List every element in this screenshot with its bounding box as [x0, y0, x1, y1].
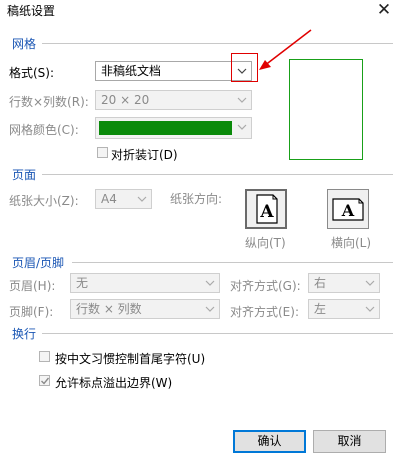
section-header-footer-label: 页眉/页脚 — [12, 256, 65, 270]
landscape-label: 横向(L) — [331, 236, 372, 250]
chevron-down-icon[interactable] — [133, 190, 151, 208]
hanging-punctuation-label: 允许标点溢出边界(W) — [55, 376, 173, 390]
footer-value: 行数 × 列数 — [76, 302, 142, 316]
section-divider — [42, 174, 393, 175]
chevron-down-icon[interactable] — [201, 274, 219, 292]
format-value: 非稿纸文档 — [101, 64, 162, 78]
section-divider — [42, 43, 393, 44]
section-divider — [42, 333, 393, 334]
landscape-button[interactable]: A — [327, 189, 369, 229]
portrait-button[interactable]: A — [245, 189, 287, 229]
fold-binding-checkbox[interactable] — [97, 147, 108, 158]
paper-size-select[interactable]: A4 — [95, 189, 152, 209]
grid-color-label: 网格颜色(C): — [9, 123, 79, 137]
grid-color-select[interactable] — [95, 117, 252, 139]
header-align-value: 右 — [314, 276, 327, 290]
chevron-down-icon[interactable] — [233, 118, 251, 138]
svg-text:A: A — [341, 201, 355, 220]
annotation-box — [231, 53, 258, 82]
header-label: 页眉(H): — [9, 279, 56, 293]
portrait-page-icon: A — [256, 194, 278, 224]
footer-align-label: 对齐方式(E): — [230, 305, 299, 319]
format-label: 格式(S): — [9, 66, 55, 80]
format-select[interactable]: 非稿纸文档 — [95, 61, 252, 81]
rows-cols-label: 行数×列数(R): — [9, 95, 89, 109]
paper-size-value: A4 — [101, 192, 117, 206]
chevron-down-icon[interactable] — [201, 300, 219, 318]
chevron-down-icon[interactable] — [361, 274, 379, 292]
section-divider — [72, 262, 393, 263]
header-align-select[interactable]: 右 — [308, 273, 380, 293]
footer-align-select[interactable]: 左 — [308, 299, 380, 319]
svg-text:A: A — [259, 202, 274, 222]
portrait-label: 纵向(T) — [245, 236, 286, 250]
checkmark-icon — [41, 377, 50, 385]
fold-binding-label: 对折装订(D) — [111, 148, 178, 162]
rows-cols-select[interactable]: 20 × 20 — [95, 90, 252, 110]
header-align-label: 对齐方式(G): — [230, 279, 301, 293]
window-title: 稿纸设置 — [7, 4, 56, 18]
footer-select[interactable]: 行数 × 列数 — [70, 299, 220, 319]
footer-label: 页脚(F): — [9, 305, 54, 319]
orientation-label: 纸张方向: — [170, 192, 223, 206]
header-select[interactable]: 无 — [70, 273, 220, 293]
grid-color-swatch — [99, 121, 232, 135]
rows-cols-value: 20 × 20 — [101, 93, 150, 107]
section-page-label: 页面 — [12, 168, 37, 182]
paper-size-label: 纸张大小(Z): — [9, 194, 79, 208]
landscape-page-icon: A — [332, 198, 364, 221]
header-value: 无 — [76, 276, 89, 290]
cjk-line-break-checkbox[interactable] — [39, 351, 50, 362]
cjk-line-break-label: 按中文习惯控制首尾字符(U) — [55, 352, 206, 366]
close-icon[interactable]: ✕ — [374, 0, 394, 20]
footer-align-value: 左 — [314, 302, 327, 316]
ok-button[interactable]: 确认 — [233, 430, 306, 453]
cancel-button[interactable]: 取消 — [313, 430, 386, 453]
hanging-punctuation-checkbox[interactable] — [39, 375, 50, 386]
grid-preview — [289, 59, 363, 160]
section-line-break-label: 换行 — [12, 327, 37, 341]
chevron-down-icon[interactable] — [361, 300, 379, 318]
chevron-down-icon[interactable] — [233, 91, 251, 109]
section-grid-label: 网格 — [12, 37, 37, 51]
